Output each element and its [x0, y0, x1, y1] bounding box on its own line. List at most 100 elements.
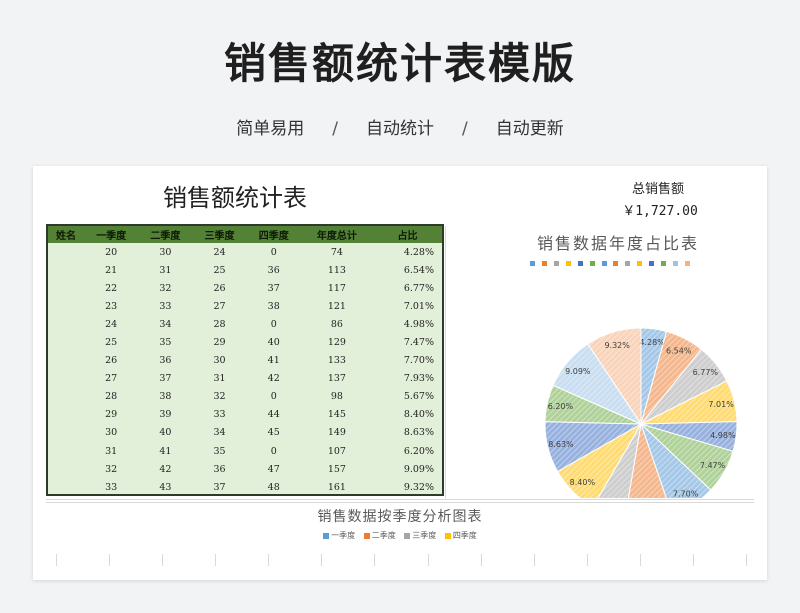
cell-name[interactable] [48, 406, 84, 424]
cell-q2[interactable]: 36 [138, 352, 192, 370]
cell-q4[interactable]: 38 [247, 297, 301, 315]
cell-q2[interactable]: 41 [138, 442, 192, 460]
cell-q1[interactable]: 29 [84, 406, 138, 424]
header-q4[interactable]: 四季度 [247, 226, 301, 243]
cell-q4[interactable]: 42 [247, 370, 301, 388]
cell-year-total[interactable]: 149 [301, 424, 373, 442]
cell-q4[interactable]: 45 [247, 424, 301, 442]
cell-q1[interactable]: 31 [84, 442, 138, 460]
cell-q2[interactable]: 35 [138, 333, 192, 351]
cell-q4[interactable]: 0 [247, 442, 301, 460]
cell-q2[interactable]: 39 [138, 406, 192, 424]
cell-year-total[interactable]: 157 [301, 460, 373, 478]
cell-q2[interactable]: 43 [138, 478, 192, 496]
cell-name[interactable] [48, 478, 84, 496]
cell-q4[interactable]: 44 [247, 406, 301, 424]
total-sales-value[interactable]: ￥1,727.00 [605, 200, 715, 219]
cell-name[interactable] [48, 388, 84, 406]
cell-ratio[interactable]: 7.70% [373, 352, 442, 370]
header-ratio[interactable]: 占比 [373, 226, 442, 243]
cell-year-total[interactable]: 129 [301, 333, 373, 351]
header-q3[interactable]: 三季度 [192, 226, 246, 243]
cell-q3[interactable]: 24 [192, 243, 246, 261]
cell-q1[interactable]: 20 [84, 243, 138, 261]
cell-q1[interactable]: 27 [84, 370, 138, 388]
cell-q4[interactable]: 47 [247, 460, 301, 478]
cell-ratio[interactable]: 4.98% [373, 315, 442, 333]
cell-ratio[interactable]: 6.77% [373, 279, 442, 297]
cell-q2[interactable]: 37 [138, 370, 192, 388]
cell-name[interactable] [48, 333, 84, 351]
cell-q2[interactable]: 38 [138, 388, 192, 406]
cell-q4[interactable]: 36 [247, 261, 301, 279]
cell-year-total[interactable]: 98 [301, 388, 373, 406]
cell-q3[interactable]: 32 [192, 388, 246, 406]
cell-q4[interactable]: 0 [247, 243, 301, 261]
cell-name[interactable] [48, 261, 84, 279]
cell-ratio[interactable]: 8.63% [373, 424, 442, 442]
header-q1[interactable]: 一季度 [84, 226, 138, 243]
cell-q3[interactable]: 26 [192, 279, 246, 297]
cell-year-total[interactable]: 145 [301, 406, 373, 424]
cell-q4[interactable]: 48 [247, 478, 301, 496]
cell-year-total[interactable]: 113 [301, 261, 373, 279]
cell-q2[interactable]: 40 [138, 424, 192, 442]
cell-q2[interactable]: 34 [138, 315, 192, 333]
cell-name[interactable] [48, 352, 84, 370]
cell-year-total[interactable]: 86 [301, 315, 373, 333]
cell-q1[interactable]: 33 [84, 478, 138, 496]
cell-q1[interactable]: 26 [84, 352, 138, 370]
cell-year-total[interactable]: 137 [301, 370, 373, 388]
cell-year-total[interactable]: 161 [301, 478, 373, 496]
cell-q2[interactable]: 31 [138, 261, 192, 279]
cell-q2[interactable]: 33 [138, 297, 192, 315]
header-q2[interactable]: 二季度 [138, 226, 192, 243]
cell-q3[interactable]: 30 [192, 352, 246, 370]
cell-q2[interactable]: 42 [138, 460, 192, 478]
header-name[interactable]: 姓名 [48, 226, 84, 243]
cell-q2[interactable]: 30 [138, 243, 192, 261]
cell-ratio[interactable]: 6.20% [373, 442, 442, 460]
cell-q1[interactable]: 25 [84, 333, 138, 351]
cell-name[interactable] [48, 297, 84, 315]
cell-ratio[interactable]: 8.40% [373, 406, 442, 424]
cell-q4[interactable]: 41 [247, 352, 301, 370]
cell-ratio[interactable]: 5.67% [373, 388, 442, 406]
cell-q4[interactable]: 40 [247, 333, 301, 351]
cell-q1[interactable]: 28 [84, 388, 138, 406]
cell-ratio[interactable]: 7.93% [373, 370, 442, 388]
cell-q3[interactable]: 28 [192, 315, 246, 333]
cell-year-total[interactable]: 74 [301, 243, 373, 261]
cell-q1[interactable]: 24 [84, 315, 138, 333]
cell-q1[interactable]: 21 [84, 261, 138, 279]
cell-name[interactable] [48, 424, 84, 442]
cell-q3[interactable]: 25 [192, 261, 246, 279]
cell-year-total[interactable]: 107 [301, 442, 373, 460]
cell-q3[interactable]: 31 [192, 370, 246, 388]
cell-q4[interactable]: 0 [247, 388, 301, 406]
cell-q3[interactable]: 27 [192, 297, 246, 315]
cell-q4[interactable]: 37 [247, 279, 301, 297]
cell-name[interactable] [48, 442, 84, 460]
cell-name[interactable] [48, 243, 84, 261]
cell-ratio[interactable]: 9.32% [373, 478, 442, 496]
cell-q3[interactable]: 34 [192, 424, 246, 442]
cell-ratio[interactable]: 6.54% [373, 261, 442, 279]
cell-ratio[interactable]: 7.47% [373, 333, 442, 351]
cell-year-total[interactable]: 133 [301, 352, 373, 370]
cell-name[interactable] [48, 370, 84, 388]
cell-name[interactable] [48, 279, 84, 297]
header-year-total[interactable]: 年度总计 [301, 226, 373, 243]
cell-q2[interactable]: 32 [138, 279, 192, 297]
cell-ratio[interactable]: 4.28% [373, 243, 442, 261]
cell-name[interactable] [48, 460, 84, 478]
cell-q3[interactable]: 33 [192, 406, 246, 424]
cell-year-total[interactable]: 117 [301, 279, 373, 297]
cell-q1[interactable]: 22 [84, 279, 138, 297]
cell-ratio[interactable]: 7.01% [373, 297, 442, 315]
cell-q1[interactable]: 30 [84, 424, 138, 442]
cell-q3[interactable]: 35 [192, 442, 246, 460]
cell-q1[interactable]: 23 [84, 297, 138, 315]
cell-q1[interactable]: 32 [84, 460, 138, 478]
cell-year-total[interactable]: 121 [301, 297, 373, 315]
